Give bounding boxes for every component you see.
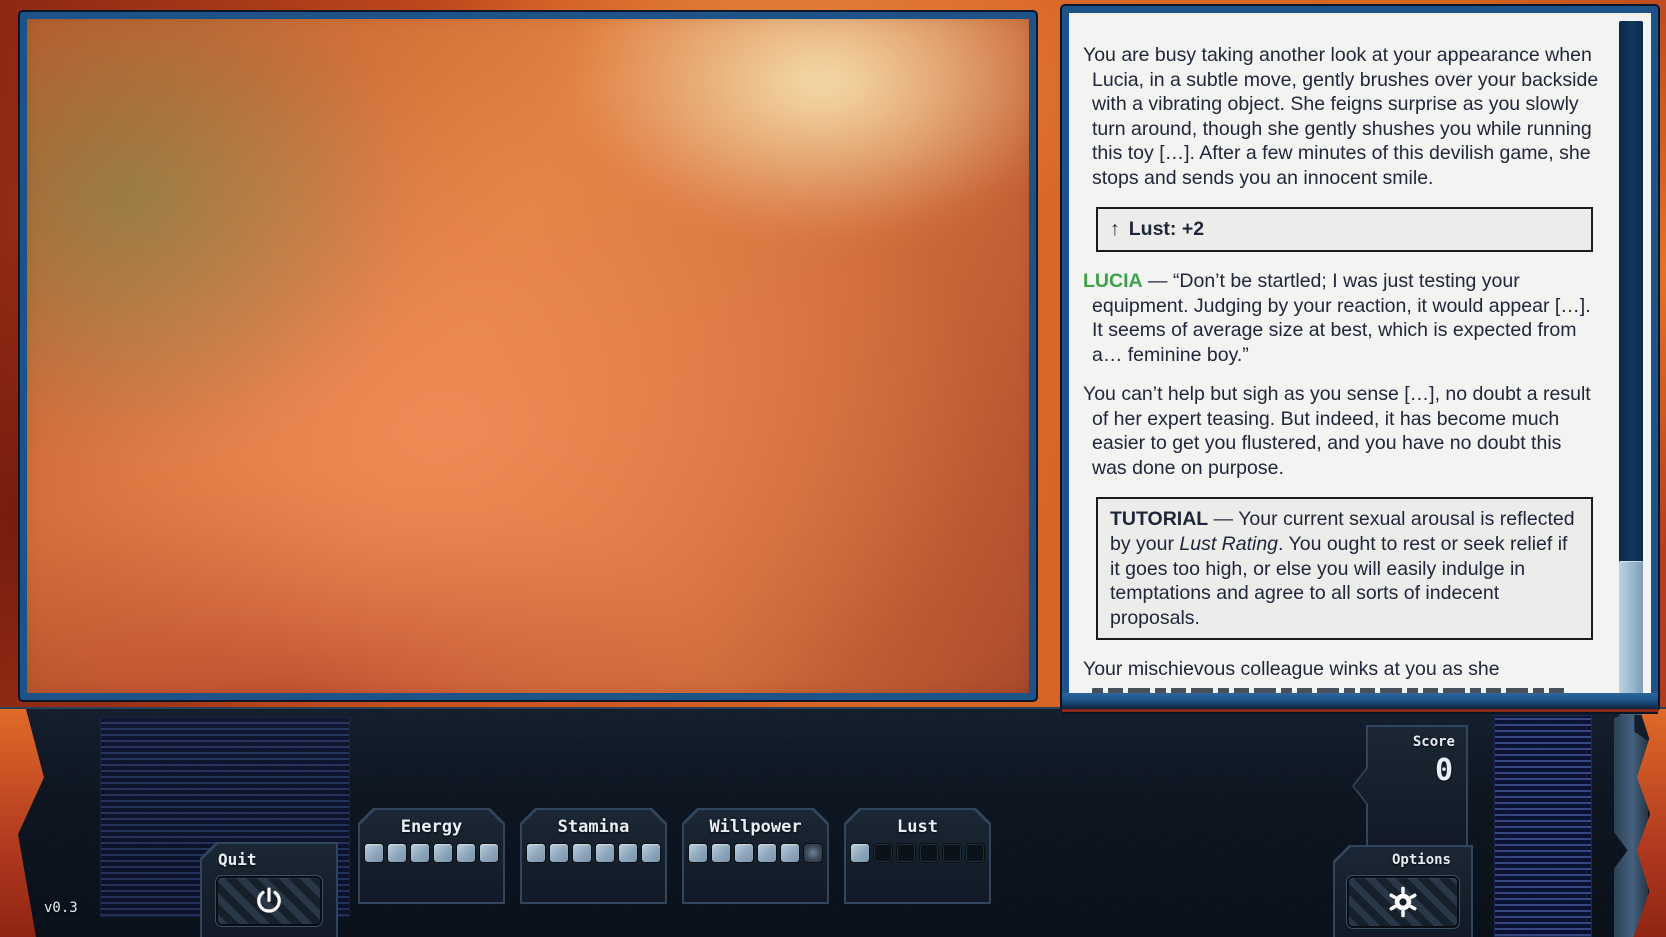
score-value: 0: [1435, 753, 1453, 788]
stat-segment: [735, 844, 753, 862]
lucia-dialogue-text: — “Don’t be startled; I was just testing…: [1092, 270, 1591, 366]
score-label: Score: [1413, 734, 1455, 750]
panel-bottom-trim: [1062, 693, 1658, 712]
stat-segment: [851, 844, 869, 862]
narration-paragraph-1: You are busy taking another look at your…: [1083, 43, 1599, 190]
quit-panel: Quit: [200, 842, 338, 937]
dialogue-panel[interactable]: You are busy taking another look at your…: [1062, 6, 1658, 710]
stat-segment: [804, 844, 822, 862]
gear-icon: [1387, 886, 1419, 918]
stat-block: Willpower: [682, 808, 829, 904]
quit-button[interactable]: [216, 876, 322, 926]
speaker-name: LUCIA: [1083, 270, 1143, 292]
tutorial-emphasis: Lust Rating: [1179, 533, 1278, 555]
decor-matrix-text-right: [1494, 715, 1592, 937]
tutorial-separator: —: [1208, 508, 1238, 530]
stat-segment: [527, 844, 545, 862]
stat-segment: [434, 844, 452, 862]
stat-segment: [689, 844, 707, 862]
stat-label: Stamina: [520, 817, 667, 837]
stat-segment: [642, 844, 660, 862]
stat-block: Lust: [844, 808, 991, 904]
stat-segment: [596, 844, 614, 862]
stat-segments: [520, 844, 667, 862]
stat-label: Energy: [358, 817, 505, 837]
game-root: Quit Energy Stamina Willpower: [0, 0, 1666, 937]
dialogue-text-area: You are busy taking another look at your…: [1069, 13, 1651, 696]
stat-segment: [480, 844, 498, 862]
options-panel: Options: [1333, 845, 1473, 937]
scrollbar[interactable]: [1619, 21, 1643, 688]
narration-paragraph-2: You can’t help but sigh as you sense […]…: [1083, 382, 1599, 480]
hud-bar: Quit Energy Stamina Willpower: [0, 707, 1666, 937]
stat-segment: [758, 844, 776, 862]
scene-panel[interactable]: [20, 12, 1036, 700]
stat-label: Lust: [844, 817, 991, 837]
stat-segment: [874, 844, 892, 862]
tutorial-title: TUTORIAL: [1110, 508, 1208, 530]
stat-segments: [682, 844, 829, 862]
stat-label: Willpower: [682, 817, 829, 837]
stat-segment: [411, 844, 429, 862]
stat-segment: [712, 844, 730, 862]
quit-label: Quit: [218, 850, 257, 869]
stat-segments: [844, 844, 991, 862]
score-panel: Score 0: [1352, 725, 1468, 847]
stats-row: Energy Stamina Willpower Lust: [358, 808, 991, 904]
up-arrow-icon: ↑: [1110, 218, 1120, 240]
stat-block: Stamina: [520, 808, 667, 904]
stat-segment: [943, 844, 961, 862]
tutorial-box: TUTORIAL — Your current sexual arousal i…: [1096, 497, 1593, 640]
stat-segment: [573, 844, 591, 862]
lust-gain-text: Lust: +2: [1129, 218, 1204, 240]
options-button[interactable]: [1347, 876, 1459, 928]
options-label: Options: [1392, 852, 1451, 868]
decor-slate-column: [1614, 709, 1648, 937]
stat-segment: [920, 844, 938, 862]
stat-segment: [619, 844, 637, 862]
version-label: v0.3: [44, 900, 78, 916]
stat-segments: [358, 844, 505, 862]
stat-segment: [966, 844, 984, 862]
stat-segment: [897, 844, 915, 862]
lust-gain-box: ↑ Lust: +2: [1096, 207, 1593, 252]
lucia-dialogue: LUCIA — “Don’t be startled; I was just t…: [1083, 269, 1599, 367]
scene-vignette: [27, 19, 1029, 693]
stat-segment: [365, 844, 383, 862]
stat-segment: [457, 844, 475, 862]
stat-segment: [388, 844, 406, 862]
stat-segment: [550, 844, 568, 862]
narration-paragraph-3: Your mischievous colleague winks at you …: [1083, 657, 1599, 682]
scrollbar-thumb[interactable]: [1619, 561, 1643, 701]
stat-block: Energy: [358, 808, 505, 904]
power-icon: [254, 886, 284, 916]
stat-segment: [781, 844, 799, 862]
